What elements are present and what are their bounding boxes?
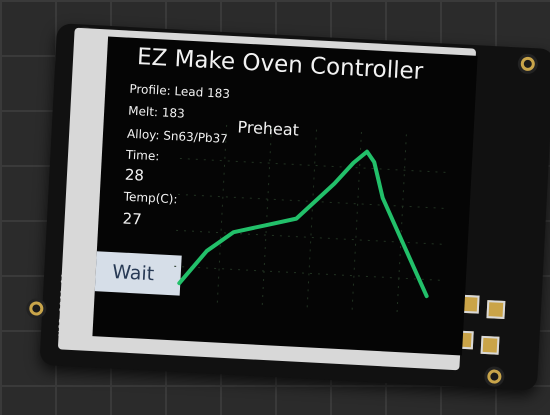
wait-button[interactable]: Wait <box>92 250 182 296</box>
temp-value: 27 <box>122 209 143 229</box>
mount-hole-bottom-right <box>483 366 505 388</box>
grid-line-vertical <box>216 124 228 305</box>
temperature-curve <box>177 149 429 299</box>
grid-line-vertical <box>306 129 318 310</box>
solder-pad <box>480 335 500 355</box>
chart-series <box>177 149 429 299</box>
chart-grid <box>174 124 450 315</box>
solder-pad <box>486 300 506 320</box>
tft-screen: EZ Make Oven Controller Profile: Lead 18… <box>92 36 478 356</box>
mount-hole-top-right <box>517 53 539 75</box>
screen-title: EZ Make Oven Controller <box>136 44 424 86</box>
mount-hole-bottom-left <box>25 297 47 320</box>
grid-line-vertical <box>261 127 273 307</box>
grid-line-vertical <box>396 134 407 315</box>
temperature-chart <box>174 124 450 315</box>
time-label: Time: <box>125 147 160 164</box>
temp-label: Temp(C): <box>123 189 178 207</box>
time-value: 28 <box>124 165 145 185</box>
profile-text: Profile: Lead 183 <box>129 81 231 101</box>
melt-text: Melt: 183 <box>127 103 186 121</box>
